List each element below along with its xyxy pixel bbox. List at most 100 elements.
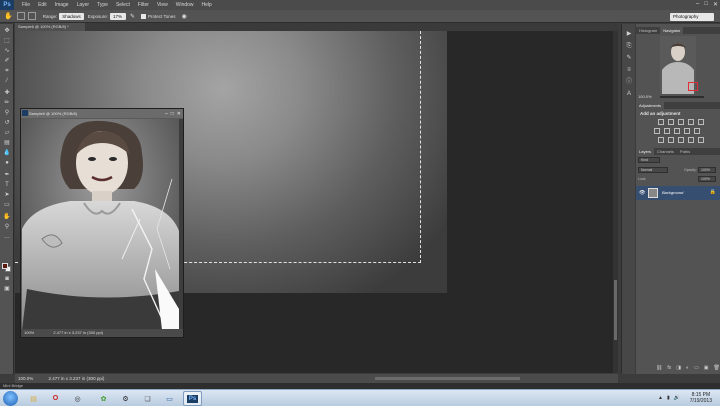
tab-layers[interactable]: Layers	[636, 148, 655, 155]
navigator-zoom-slider[interactable]	[660, 96, 704, 98]
brush-panel-icon[interactable]	[27, 12, 36, 20]
levels-icon[interactable]	[668, 119, 674, 125]
menu-view[interactable]: View	[157, 2, 168, 8]
black-white-icon[interactable]	[674, 128, 680, 134]
horizontal-scroll-thumb[interactable]	[375, 377, 520, 380]
menu-image[interactable]: Image	[55, 2, 69, 8]
vibrance-icon[interactable]	[698, 119, 704, 125]
exposure-icon[interactable]	[688, 119, 694, 125]
menu-layer[interactable]: Layer	[77, 2, 90, 8]
gradient-map-icon[interactable]	[688, 137, 694, 143]
document-tab[interactable]: Sample6 @ 100% (RGB/8) *	[15, 23, 85, 31]
eraser-tool-icon[interactable]: ▱	[3, 130, 11, 137]
floating-window-scrollbar[interactable]	[179, 119, 183, 329]
workspace-select[interactable]: Photography	[670, 13, 714, 21]
new-layer-icon[interactable]: ▣	[704, 365, 709, 371]
minimize-button[interactable]: –	[696, 1, 699, 8]
zoom-tool-icon[interactable]: ⚲	[3, 224, 11, 231]
float-zoom-readout[interactable]: 100%	[24, 330, 34, 335]
menu-file[interactable]: File	[22, 2, 30, 8]
menu-help[interactable]: Help	[202, 2, 212, 8]
blend-mode-select[interactable]: Normal	[638, 167, 668, 173]
shape-tool-icon[interactable]: ▭	[3, 202, 11, 209]
fx-icon[interactable]: fx	[667, 365, 671, 371]
pen-tool-icon[interactable]: ✒	[3, 172, 11, 179]
character-icon[interactable]: A	[625, 90, 633, 98]
quick-select-tool-icon[interactable]: ✐	[3, 58, 11, 65]
layer-filter-kind-select[interactable]: Kind	[638, 157, 660, 163]
curves-icon[interactable]	[678, 119, 684, 125]
info-icon[interactable]: ⓘ	[625, 78, 633, 86]
healing-brush-tool-icon[interactable]: ✚	[3, 90, 11, 97]
taskbar-clock[interactable]: 8:15 PM 7/19/2013	[690, 392, 712, 404]
adjustment-layer-icon[interactable]: ◐	[686, 365, 689, 371]
mask-icon[interactable]: ◨	[676, 365, 681, 371]
marquee-tool-icon[interactable]: ⬚	[3, 38, 11, 45]
taskbar-photoshop[interactable]: Ps	[183, 391, 202, 406]
fill-input[interactable]: 100%	[698, 176, 716, 182]
network-icon[interactable]: ▮	[667, 395, 670, 401]
brush-preset-icon[interactable]	[16, 12, 25, 20]
taskbar-steam[interactable]: ⚙	[116, 391, 135, 406]
dodge-tool-icon[interactable]: ●	[3, 160, 11, 167]
play-icon[interactable]: ▶	[625, 30, 633, 38]
tab-histogram[interactable]: Histogram	[636, 27, 660, 34]
more-tools-icon[interactable]: …	[3, 234, 11, 241]
menu-filter[interactable]: Filter	[138, 2, 149, 8]
history-icon[interactable]: ⎘	[625, 42, 633, 50]
link-icon[interactable]: ⛓	[656, 365, 662, 371]
photo-filter-icon[interactable]	[684, 128, 690, 134]
taskbar-chat[interactable]: ❏	[138, 391, 157, 406]
layer-row-background[interactable]: 👁 Background 🔒	[636, 186, 720, 200]
pressure-icon[interactable]: ◉	[181, 13, 186, 20]
float-minimize-button[interactable]: –	[165, 110, 168, 119]
exposure-input[interactable]: 17%	[110, 12, 127, 20]
invert-icon[interactable]	[658, 137, 664, 143]
trash-icon[interactable]: 🗑	[713, 365, 719, 371]
channel-mixer-icon[interactable]	[694, 128, 700, 134]
dodge-tool-icon[interactable]: ✋	[4, 12, 13, 20]
start-button[interactable]	[3, 391, 18, 406]
history-brush-tool-icon[interactable]: ↺	[3, 120, 11, 127]
group-icon[interactable]: ▭	[694, 365, 699, 371]
zoom-readout[interactable]: 100.0%	[18, 376, 33, 381]
float-maximize-button[interactable]: □	[171, 110, 174, 119]
floating-window-title[interactable]: Sample6 @ 100% (RGB/8) – □ ✕	[21, 109, 183, 118]
lasso-tool-icon[interactable]: ∿	[3, 48, 11, 55]
tab-adjustments[interactable]: Adjustments	[636, 102, 665, 109]
type-tool-icon[interactable]: T	[3, 182, 11, 189]
navigator-view-box[interactable]	[688, 82, 698, 91]
volume-icon[interactable]: 🔊	[674, 395, 680, 401]
brightness-contrast-icon[interactable]	[658, 119, 664, 125]
vertical-scroll-thumb[interactable]	[614, 280, 617, 340]
brush-tool-icon[interactable]: ✏	[3, 100, 11, 107]
taskbar-media[interactable]: ◎	[68, 391, 87, 406]
threshold-icon[interactable]	[678, 137, 684, 143]
close-button[interactable]: ✕	[713, 1, 718, 8]
maximize-button[interactable]: □	[704, 1, 708, 8]
crop-tool-icon[interactable]: ⌗	[3, 68, 11, 75]
quick-mask-icon[interactable]: ◙	[3, 276, 11, 283]
protect-tones-checkbox[interactable]	[141, 13, 147, 19]
foreground-color-swatch[interactable]	[2, 263, 8, 269]
menu-window[interactable]: Window	[176, 2, 194, 8]
gradient-tool-icon[interactable]: ▤	[3, 140, 11, 147]
move-tool-icon[interactable]: ✥	[3, 28, 11, 35]
hand-tool-icon[interactable]: ✋	[3, 214, 11, 221]
taskbar-explorer[interactable]: ▤	[24, 391, 43, 406]
eye-icon[interactable]: 👁	[639, 190, 645, 196]
navigator-zoom-value[interactable]: 100.0%	[638, 94, 652, 99]
eyedropper-tool-icon[interactable]: ⁄	[3, 78, 11, 85]
color-balance-icon[interactable]	[664, 128, 670, 134]
range-select[interactable]: Shadows	[59, 12, 84, 20]
selective-color-icon[interactable]	[698, 137, 704, 143]
path-selection-tool-icon[interactable]: ➤	[3, 192, 11, 199]
clone-stamp-tool-icon[interactable]: ⚲	[3, 110, 11, 117]
tab-navigator[interactable]: Navigator	[660, 27, 684, 34]
vintage-portrait-photo[interactable]	[22, 119, 179, 330]
tab-channels[interactable]: Channels	[654, 148, 677, 155]
taskbar-green-app[interactable]: ✿	[94, 391, 113, 406]
brush-presets-icon[interactable]: ✎	[625, 54, 633, 62]
menu-type[interactable]: Type	[97, 2, 108, 8]
properties-icon[interactable]: ≡	[625, 66, 633, 74]
